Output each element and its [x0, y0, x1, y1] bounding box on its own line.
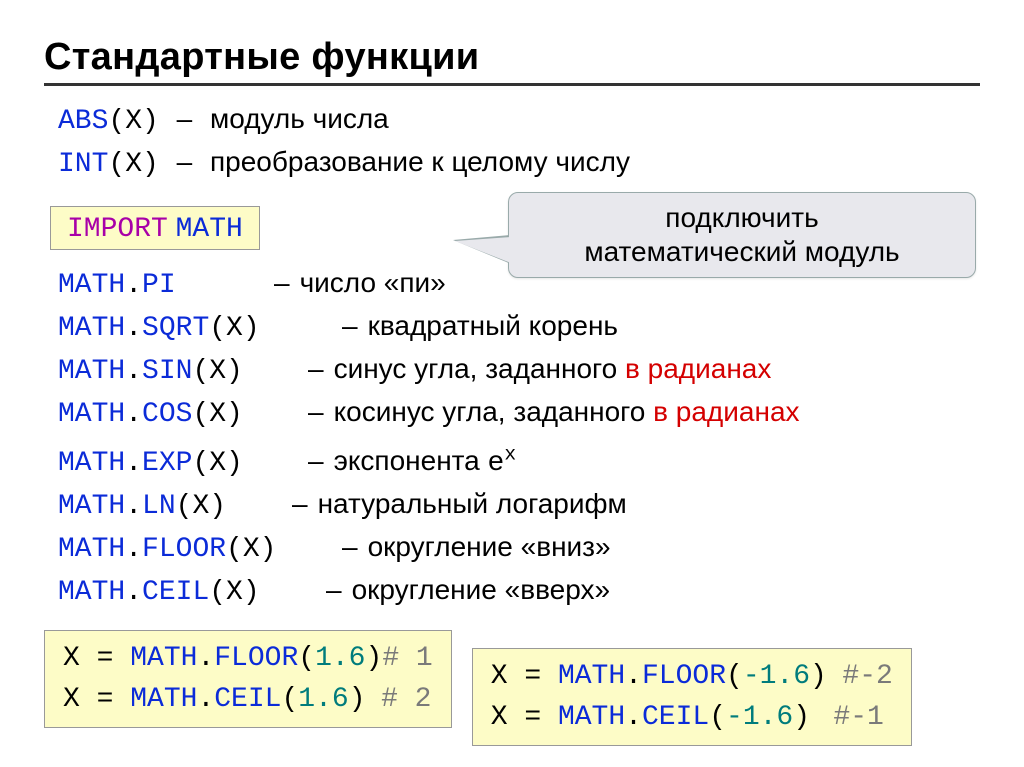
callout-box: подключить математический модуль [508, 192, 976, 278]
func-code: MATH.FLOOR(X) [58, 528, 332, 569]
math-func-row: MATH.EXP(X)–экспонента ex [58, 436, 980, 483]
example-line: X = MATH.FLOOR(1.6)# 1 [63, 637, 433, 678]
func-desc: преобразование к целому числу [210, 146, 630, 177]
import-statement: IMPORT MATH [67, 211, 243, 242]
callout-line2: математический модуль [527, 235, 957, 269]
page-title: Стандартные функции [44, 36, 980, 79]
callout-line1: подключить [527, 201, 957, 235]
title-divider [44, 83, 980, 86]
dash-separator: – [274, 267, 290, 298]
math-func-row: MATH.COS(X)–косинус угла, заданного в ра… [58, 393, 980, 434]
dash-separator: – [292, 488, 308, 519]
example-box-positive: X = MATH.FLOOR(1.6)# 1X = MATH.CEIL(1.6)… [44, 630, 452, 728]
dash-separator: – [342, 531, 358, 562]
func-desc: модуль числа [210, 103, 389, 134]
dash-separator: – [308, 445, 324, 476]
func-code: ABS(X) [58, 103, 159, 134]
func-row-abs: ABS(X) – модуль числа [58, 100, 980, 141]
func-code: INT(X) [58, 146, 159, 177]
math-func-row: MATH.SIN(X)–синус угла, заданного в ради… [58, 350, 980, 391]
import-statement-box: IMPORT MATH [50, 206, 260, 250]
math-func-row: MATH.LN(X)–натуральный логарифм [58, 485, 980, 526]
func-row-int: INT(X) – преобразование к целому числу [58, 143, 980, 184]
func-desc: квадратный корень [368, 310, 618, 341]
func-desc: экспонента ex [334, 445, 517, 476]
func-code: MATH.LN(X) [58, 485, 282, 526]
func-desc: натуральный логарифм [318, 488, 627, 519]
func-code: MATH.COS(X) [58, 393, 298, 434]
func-desc: число «пи» [300, 267, 446, 298]
func-code: MATH.SIN(X) [58, 350, 298, 391]
func-desc: косинус угла, заданного в радианах [334, 396, 800, 427]
examples-row: X = MATH.FLOOR(1.6)# 1X = MATH.CEIL(1.6)… [44, 630, 980, 746]
func-desc: синус угла, заданного в радианах [334, 353, 772, 384]
math-func-row: MATH.SQRT(X)–квадратный корень [58, 307, 980, 348]
dash-separator: – [342, 310, 358, 341]
func-code: MATH.CEIL(X) [58, 571, 316, 612]
math-functions-list: MATH.PI–число «пи»MATH.SQRT(X)–квадратны… [44, 264, 980, 612]
example-line: X = MATH.FLOOR(-1.6) #-2 [491, 655, 893, 696]
dash-separator: – [308, 396, 324, 427]
func-desc: округление «вниз» [368, 531, 611, 562]
func-code: MATH.PI [58, 264, 264, 305]
dash-separator: – [177, 146, 193, 177]
func-code: MATH.SQRT(X) [58, 307, 332, 348]
dash-separator: – [308, 353, 324, 384]
math-func-row: MATH.FLOOR(X)–округление «вниз» [58, 528, 980, 569]
example-line: X = MATH.CEIL(1.6) # 2 [63, 678, 433, 719]
dash-separator: – [177, 103, 193, 134]
example-line: X = MATH.CEIL(-1.6) #-1 [491, 696, 893, 737]
dash-separator: – [326, 574, 342, 605]
example-box-negative: X = MATH.FLOOR(-1.6) #-2X = MATH.CEIL(-1… [472, 648, 912, 746]
func-desc: округление «вверх» [352, 574, 610, 605]
math-func-row: MATH.CEIL(X)–округление «вверх» [58, 571, 980, 612]
func-code: MATH.EXP(X) [58, 442, 298, 483]
